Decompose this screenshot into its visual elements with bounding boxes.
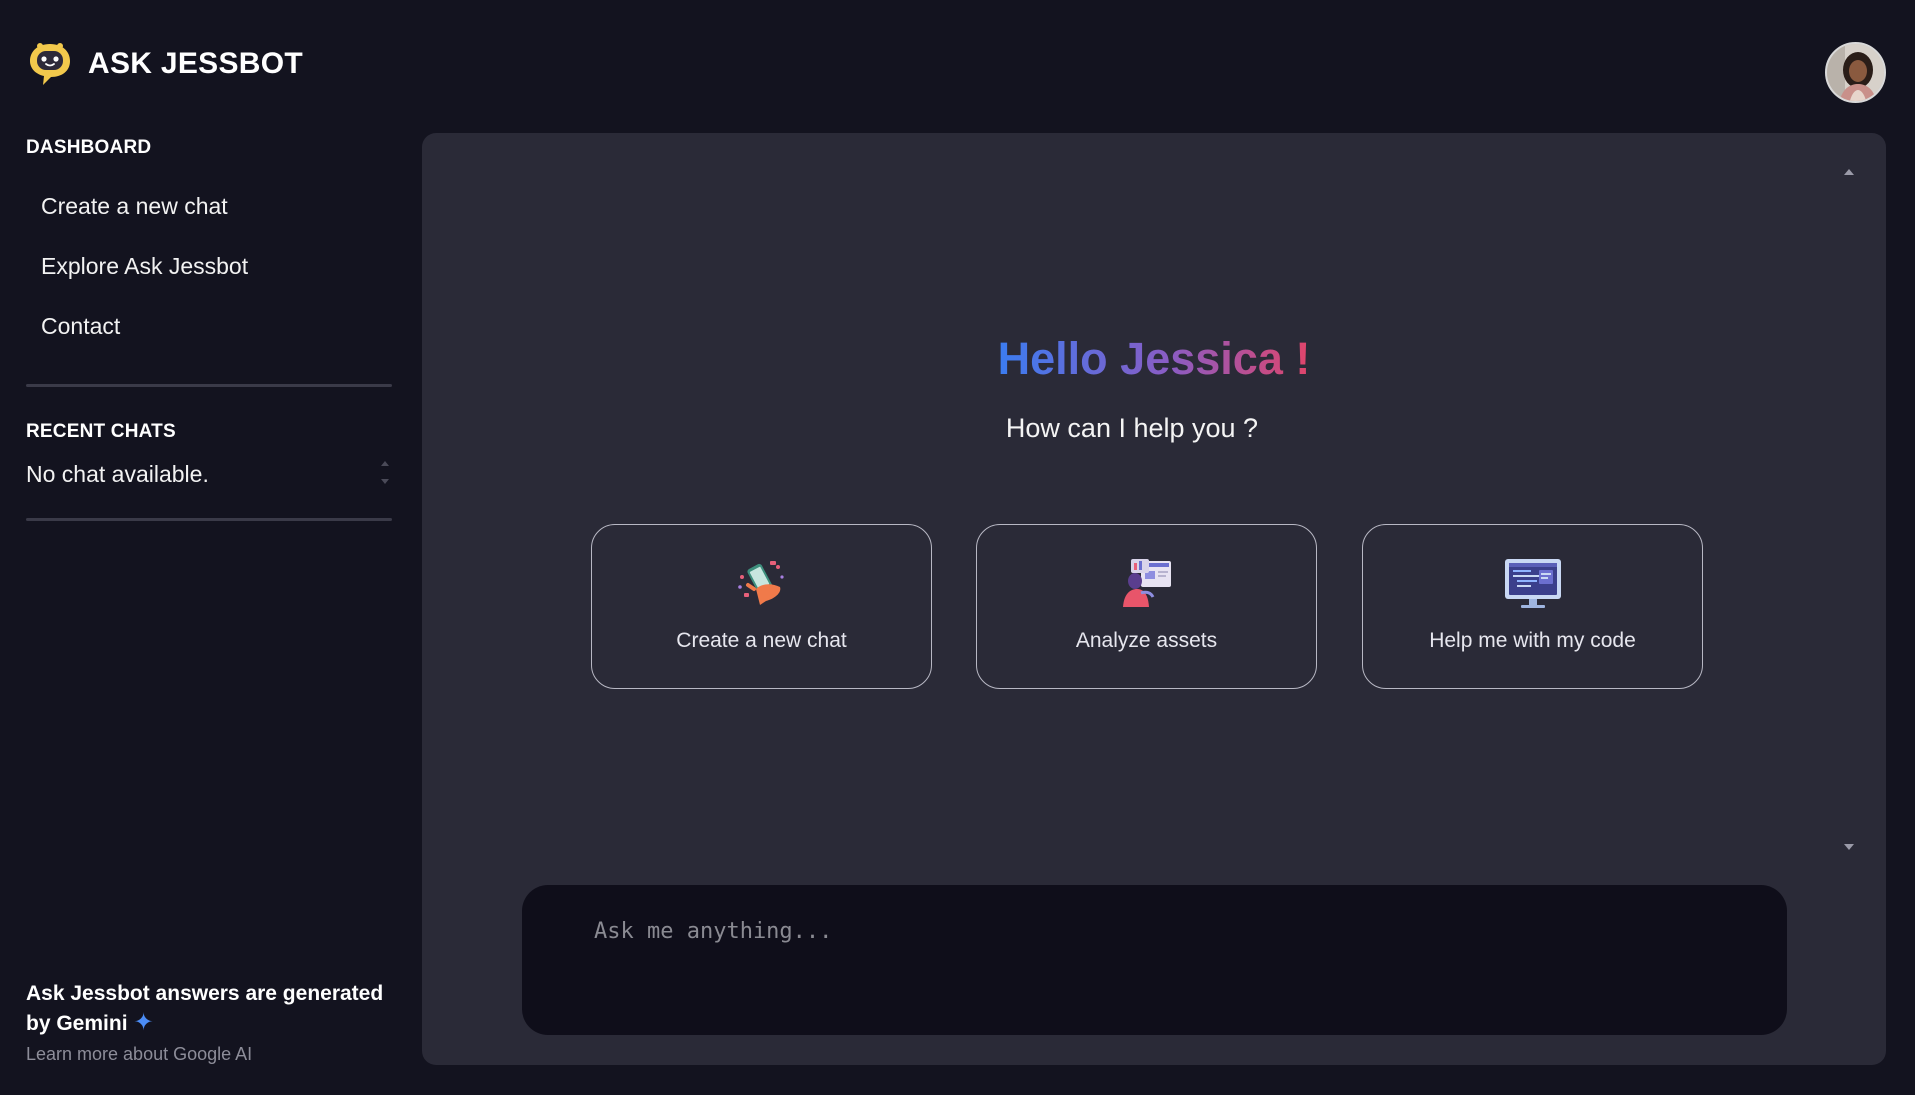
- user-avatar[interactable]: [1825, 42, 1886, 103]
- greeting-title: Hello Jessica !: [422, 333, 1886, 385]
- card-label: Create a new chat: [676, 629, 847, 652]
- sidebar-divider: [26, 518, 392, 521]
- sidebar-footer: Ask Jessbot answers are generated by Gem…: [26, 979, 406, 1065]
- bot-chat-icon: [30, 43, 70, 85]
- brand-logo[interactable]: ASK JESSBOT: [26, 40, 303, 88]
- card-label: Analyze assets: [1075, 629, 1218, 652]
- generated-by-text: Ask Jessbot answers are generated by Gem…: [26, 982, 384, 1035]
- sidebar-item-explore[interactable]: Explore Ask Jessbot: [41, 253, 248, 280]
- sparkle-icon: ✦: [133, 1009, 154, 1036]
- chat-phone-icon: [737, 561, 784, 605]
- sidebar-item-create-chat[interactable]: Create a new chat: [41, 193, 228, 220]
- panel-scroll-up-icon[interactable]: [1844, 169, 1854, 175]
- panel-scroll-down-icon[interactable]: [1844, 844, 1854, 850]
- card-label: Help me with my code: [1429, 629, 1636, 652]
- sidebar-item-contact[interactable]: Contact: [41, 313, 120, 340]
- scroll-down-icon[interactable]: [381, 479, 389, 484]
- card-help-code[interactable]: Help me with my code: [1362, 524, 1703, 689]
- generated-by-note: Ask Jessbot answers are generated by Gem…: [26, 979, 406, 1038]
- avatar-icon: [1827, 44, 1884, 101]
- analyze-chart-icon: [1122, 559, 1171, 607]
- prompt-box[interactable]: [522, 885, 1787, 1035]
- recent-chats-scrollbar[interactable]: [380, 461, 390, 489]
- card-create-chat[interactable]: Create a new chat: [591, 524, 932, 689]
- app-root: ASK JESSBOT DASHBOARD Create a new chat …: [0, 0, 1915, 1095]
- recent-chats-title: RECENT CHATS: [26, 421, 176, 442]
- dashboard-title: DASHBOARD: [26, 137, 152, 158]
- recent-chats-empty: No chat available.: [26, 461, 209, 487]
- brand-name: ASK JESSBOT: [88, 47, 304, 80]
- scroll-up-icon[interactable]: [381, 461, 389, 466]
- code-monitor-icon: [1504, 559, 1561, 608]
- main-panel: Hello Jessica ! How can I help you ? Cre…: [422, 133, 1886, 1065]
- greeting-text: Hello Jessica !: [997, 333, 1311, 384]
- learn-more-link[interactable]: Learn more about Google AI: [26, 1044, 406, 1065]
- sidebar-divider: [26, 384, 392, 387]
- card-analyze-assets[interactable]: Analyze assets: [976, 524, 1317, 689]
- prompt-input[interactable]: [594, 911, 1694, 951]
- greeting-subtitle: How can I help you ?: [1005, 413, 1259, 443]
